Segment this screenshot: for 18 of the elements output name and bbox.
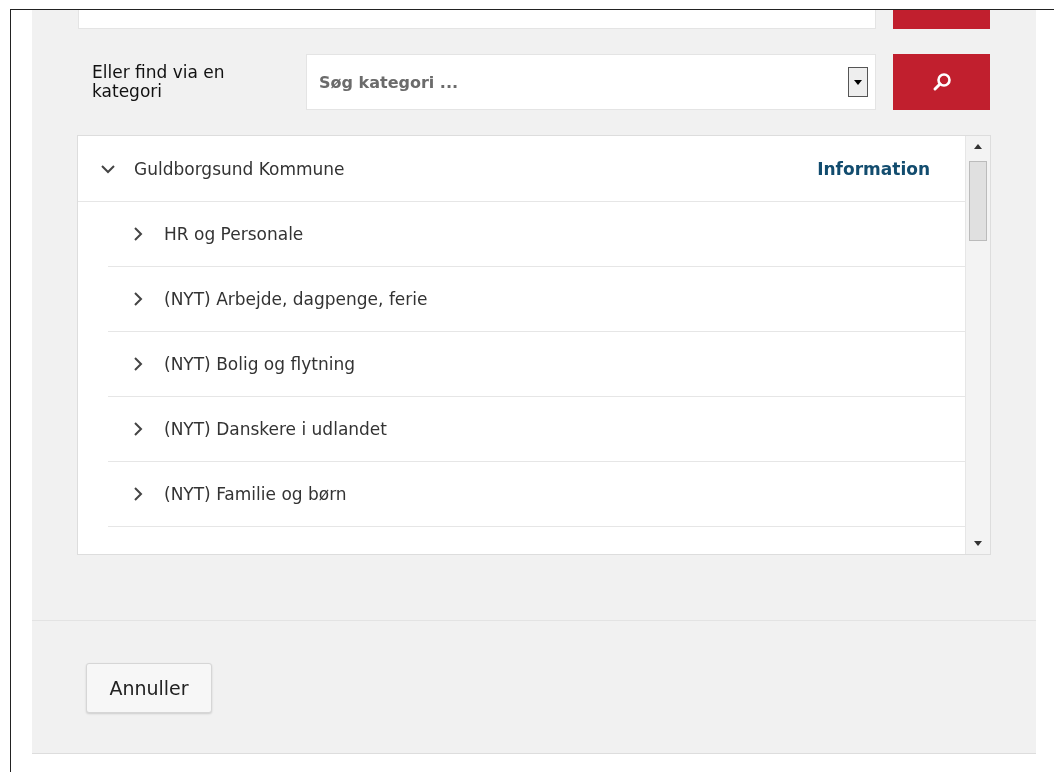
- tree-item[interactable]: (NYT) Arbejde, dagpenge, ferie: [108, 267, 965, 332]
- scroll-thumb[interactable]: [969, 161, 987, 241]
- scroll-down-icon[interactable]: [974, 541, 982, 546]
- scrollbar[interactable]: [965, 136, 990, 554]
- tree-item[interactable]: (NYT) Familie og børn: [108, 462, 965, 527]
- category-label: Eller find via en kategori: [92, 63, 226, 101]
- search-icon: [931, 72, 952, 92]
- category-field[interactable]: Søg kategori ...: [306, 54, 876, 110]
- scroll-up-icon[interactable]: [974, 144, 982, 149]
- dropdown-icon[interactable]: [848, 67, 868, 97]
- information-link[interactable]: Information: [817, 158, 930, 179]
- tree-item[interactable]: (NYT) Bolig og flytning: [108, 332, 965, 397]
- tree-item[interactable]: Guldborgsund Kommune Information: [78, 136, 965, 202]
- search-field[interactable]: [78, 10, 876, 29]
- cancel-button[interactable]: Annuller: [86, 663, 212, 713]
- search-button[interactable]: [893, 54, 990, 110]
- tree-item[interactable]: HR og Personale: [108, 202, 965, 267]
- tree-item[interactable]: (NYT) Danskere i udlandet: [108, 397, 965, 462]
